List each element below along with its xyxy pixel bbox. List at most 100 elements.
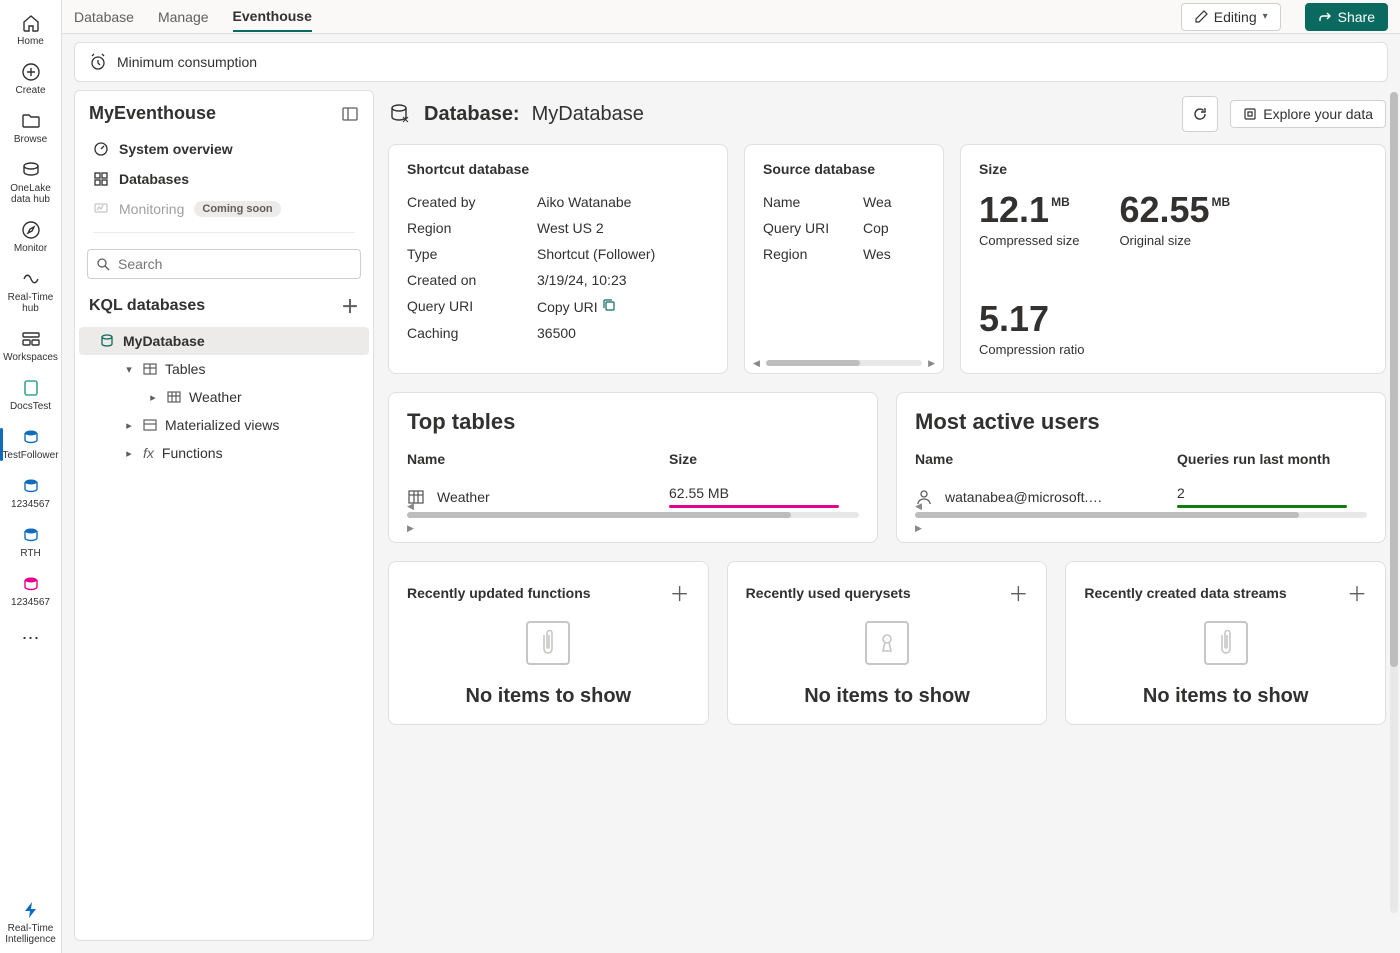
home-icon [21, 12, 41, 34]
banner-text: Minimum consumption [117, 54, 257, 70]
source-copy-uri[interactable]: Cop [863, 220, 889, 236]
add-database-button[interactable]: ＋ [341, 293, 359, 319]
database-icon [388, 102, 412, 126]
compass-icon [21, 219, 41, 241]
content-area: Database: MyDatabase Explore your data S… [374, 90, 1388, 941]
users-scrollbar[interactable]: ◀ ▶ [915, 496, 1367, 534]
top-tables-scrollbar[interactable]: ◀ ▶ [407, 496, 859, 534]
db-tree: MyDatabase ▾ Tables ▸ Weather ▸ Material… [75, 323, 373, 471]
db-icon [99, 333, 115, 349]
scroll-left-icon[interactable]: ◀ [407, 501, 414, 511]
tab-database[interactable]: Database [74, 3, 134, 31]
rail-rti[interactable]: Real-Time Intelligence [0, 893, 61, 953]
chevron-right-icon: ▸ [123, 447, 135, 460]
rail-label: Home [17, 36, 44, 47]
rail-testfollower[interactable]: TestFollower [0, 420, 61, 469]
tile-datastreams: Recently created data streams ＋ No items… [1065, 561, 1386, 725]
scroll-left-icon[interactable]: ◀ [915, 501, 922, 511]
gauge-icon [93, 141, 109, 157]
explore-icon [1243, 107, 1257, 121]
rail-1234567b[interactable]: 1234567 [0, 567, 61, 616]
table-icon [167, 390, 181, 404]
pencil-icon [1194, 10, 1208, 24]
source-name-link[interactable]: Wea [863, 194, 892, 210]
scroll-right-icon[interactable]: ▶ [407, 523, 414, 533]
rail-onelake[interactable]: OneLake data hub [0, 153, 61, 213]
rail-rth[interactable]: RTH [0, 518, 61, 567]
rail-browse[interactable]: Browse [0, 104, 61, 153]
eventhouse-panel: MyEventhouse System overview Databases M… [74, 90, 374, 941]
rail-workspaces[interactable]: Workspaces [0, 322, 61, 371]
metric-original: 62.55MB Original size [1119, 189, 1230, 248]
scroll-left-icon[interactable]: ◀ [753, 358, 760, 369]
copy-uri-link[interactable]: Copy URI [537, 298, 616, 315]
nav-system-overview[interactable]: System overview [81, 134, 367, 164]
size-card: Size 12.1MB Compressed size 62.55MB Orig… [960, 144, 1386, 374]
db-icon [22, 524, 40, 546]
add-function-button[interactable]: ＋ [670, 578, 690, 607]
alarm-icon [89, 53, 107, 71]
rail-monitor[interactable]: Monitor [0, 213, 61, 262]
database-name: MyDatabase [532, 103, 644, 126]
rail-create[interactable]: Create [0, 55, 61, 104]
tab-manage[interactable]: Manage [158, 3, 209, 31]
tree-db-mydatabase[interactable]: MyDatabase [79, 327, 369, 355]
plus-circle-icon [21, 61, 41, 83]
clip-icon [1204, 621, 1248, 665]
left-rail: Home Create Browse OneLake data hub Moni… [0, 0, 62, 953]
chevron-right-icon: ▸ [123, 419, 135, 432]
rail-home[interactable]: Home [0, 6, 61, 55]
onelake-icon [21, 159, 41, 181]
tab-eventhouse[interactable]: Eventhouse [233, 2, 312, 32]
tables-icon [143, 362, 157, 376]
chevron-down-icon: ▾ [123, 363, 135, 376]
active-users-panel: Most active users Name Queries run last … [896, 392, 1386, 543]
kql-section-title: KQL databases [89, 297, 205, 315]
add-queryset-button[interactable]: ＋ [1008, 578, 1028, 607]
tree-matviews[interactable]: ▸ Materialized views [79, 411, 369, 439]
editing-button[interactable]: Editing ▾ [1181, 3, 1281, 31]
tree-tables[interactable]: ▾ Tables [79, 355, 369, 383]
tree-table-weather[interactable]: ▸ Weather [79, 383, 369, 411]
vertical-scrollbar[interactable] [1390, 92, 1398, 913]
coming-soon-pill: Coming soon [194, 201, 280, 217]
grid-icon [93, 171, 109, 187]
workspaces-icon [21, 328, 41, 350]
consumption-banner[interactable]: Minimum consumption [74, 42, 1388, 82]
tab-bar: Database Manage Eventhouse Editing ▾ Sha… [62, 0, 1400, 34]
source-scrollbar[interactable]: ◀ ▶ [753, 359, 935, 367]
database-prefix: Database: [424, 103, 520, 126]
db-icon [22, 426, 40, 448]
top-tables-panel: Top tables Name Size Weather 62.55 MB [388, 392, 878, 543]
nav-monitoring: Monitoring Coming soon [81, 194, 367, 224]
search-box[interactable] [87, 249, 361, 279]
share-icon [1318, 10, 1332, 24]
refresh-button[interactable] [1182, 96, 1218, 132]
realtime-icon [21, 268, 41, 290]
add-datastream-button[interactable]: ＋ [1347, 578, 1367, 607]
metric-compressed: 12.1MB Compressed size [979, 189, 1079, 248]
rail-1234567a[interactable]: 1234567 [0, 469, 61, 518]
bolt-icon [22, 899, 40, 921]
rail-docstest[interactable]: DocsTest [0, 371, 61, 420]
chevron-right-icon: ▸ [147, 391, 159, 404]
db-pink-icon [22, 573, 40, 595]
search-icon [96, 257, 110, 271]
refresh-icon [1192, 106, 1208, 122]
db-icon [22, 475, 40, 497]
tree-functions[interactable]: ▸ fx Functions [79, 439, 369, 467]
rail-realtime-hub[interactable]: Real-Time hub [0, 262, 61, 322]
scroll-right-icon[interactable]: ▶ [928, 358, 935, 369]
keyhole-icon [865, 621, 909, 665]
share-button[interactable]: Share [1305, 3, 1388, 31]
main-column: Database Manage Eventhouse Editing ▾ Sha… [62, 0, 1400, 953]
collapse-icon[interactable] [341, 105, 359, 123]
nav-databases[interactable]: Databases [81, 164, 367, 194]
workspace: MyEventhouse System overview Databases M… [62, 90, 1400, 953]
explore-data-button[interactable]: Explore your data [1230, 100, 1386, 128]
rail-more[interactable]: ⋯ [22, 616, 40, 661]
scroll-right-icon[interactable]: ▶ [915, 523, 922, 533]
metric-ratio: 5.17 Compression ratio [979, 298, 1367, 357]
search-input[interactable] [118, 256, 352, 272]
doc-icon [22, 377, 40, 399]
